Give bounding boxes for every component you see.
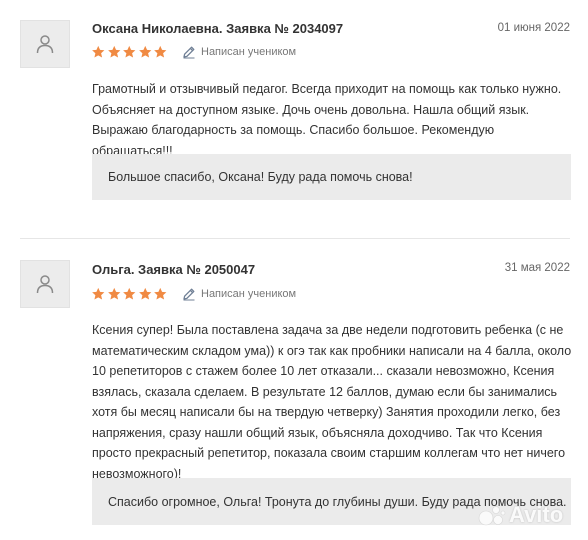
written-by-student: Написан учеником (182, 45, 296, 59)
written-by-label: Написан учеником (201, 46, 297, 58)
avito-watermark: Avito (478, 502, 563, 528)
rating-stars (91, 287, 168, 301)
star-icon (92, 287, 105, 300)
star-icon (92, 45, 105, 58)
star-icon (138, 287, 151, 300)
review-author: Оксана Николаевна. Заявка № 2034097 (92, 21, 344, 36)
written-by-label: Написан учеником (201, 288, 297, 300)
review-text: Грамотный и отзывчивый педагог. Всегда п… (92, 82, 562, 158)
review-reply: Большое спасибо, Оксана! Буду рада помоч… (92, 154, 571, 200)
review-date: 01 июня 2022 (497, 22, 570, 34)
watermark-text: Avito (509, 502, 564, 527)
written-by-student: Написан учеником (182, 287, 296, 301)
avatar (20, 260, 70, 308)
review-author: Ольга. Заявка № 2050047 (92, 262, 256, 277)
pencil-icon (183, 288, 195, 301)
star-icon (123, 287, 136, 300)
rating-stars (91, 45, 168, 59)
review-divider (20, 238, 570, 239)
star-icon (154, 287, 167, 300)
star-icon (123, 45, 136, 58)
star-icon (107, 287, 120, 300)
star-icon (107, 45, 120, 58)
avatar (20, 20, 70, 68)
user-icon (36, 35, 54, 54)
user-icon (36, 275, 54, 294)
star-icon (138, 45, 151, 58)
star-icon (154, 45, 167, 58)
review-date: 31 мая 2022 (504, 262, 570, 274)
pencil-icon (183, 46, 195, 59)
review-text: Ксения супер! Была поставлена задача за … (92, 323, 572, 481)
avito-logo-icon (478, 506, 506, 526)
